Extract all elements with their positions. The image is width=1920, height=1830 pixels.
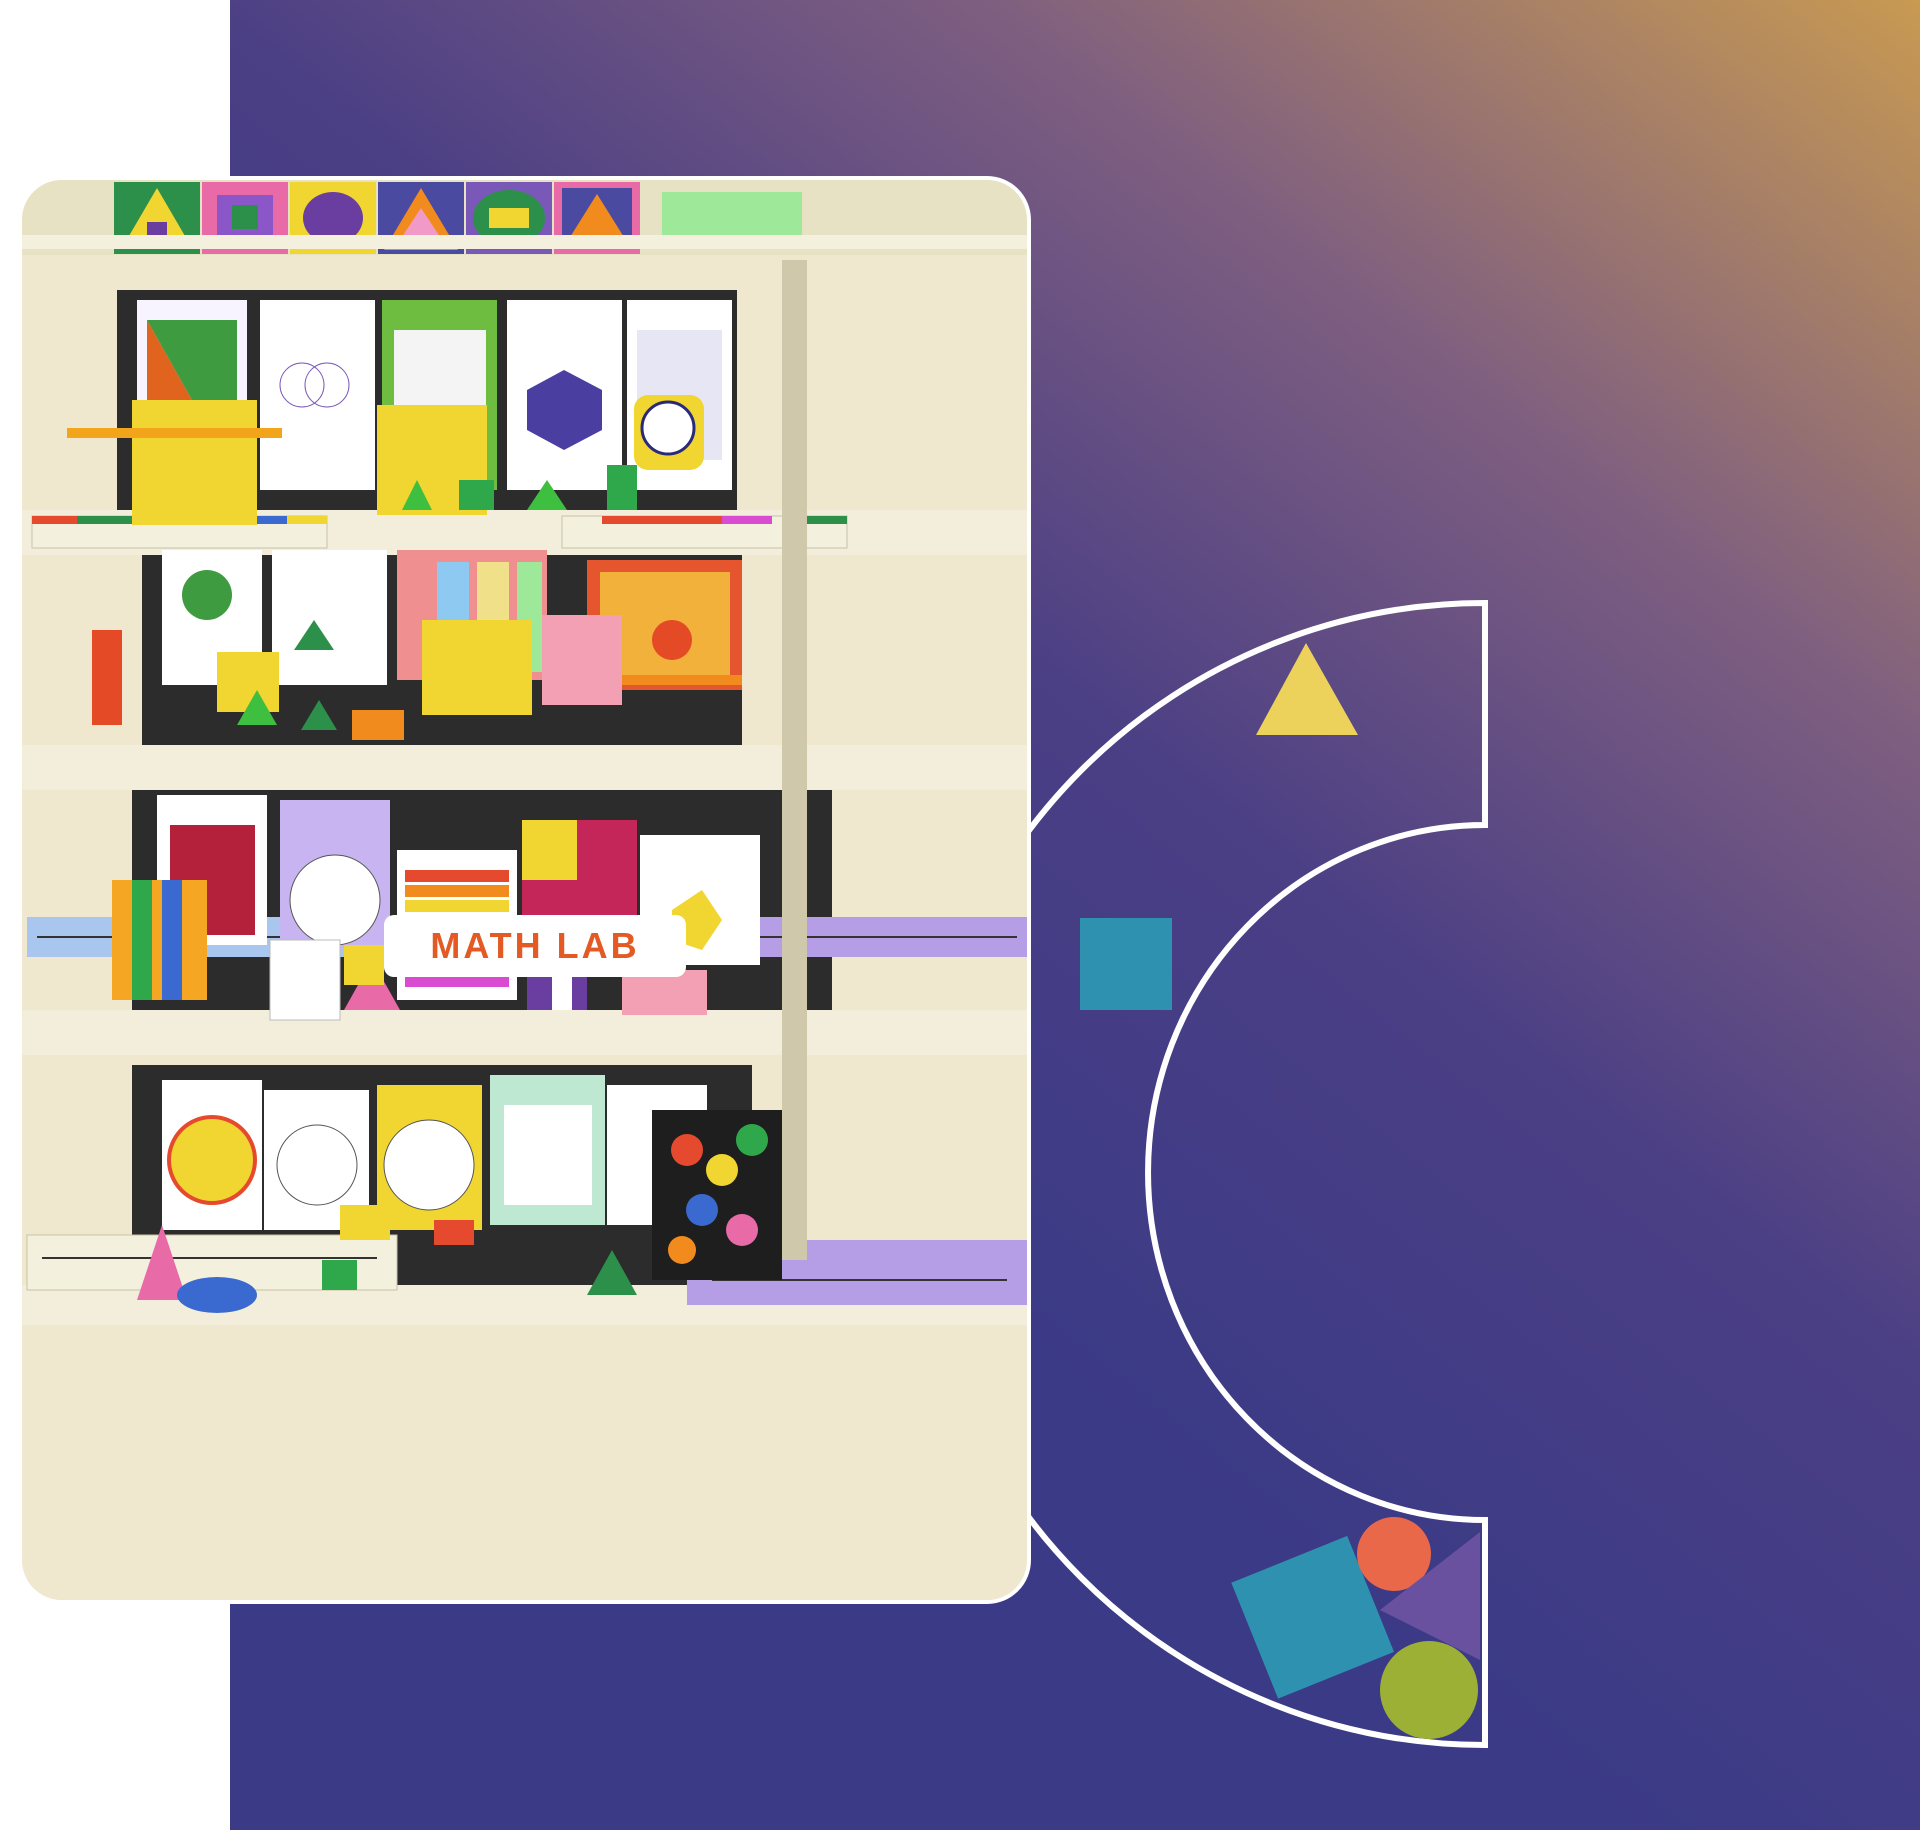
stage: MATH LAB <box>0 0 1920 1830</box>
shelf-illustration <box>22 180 1027 1600</box>
teal-square-icon <box>1080 918 1172 1010</box>
green-circle-icon <box>1380 1641 1478 1739</box>
yellow-triangle-icon <box>1256 643 1358 735</box>
math-lab-sign: MATH LAB <box>384 915 686 977</box>
math-lab-shelf-photo: MATH LAB <box>22 180 1027 1600</box>
